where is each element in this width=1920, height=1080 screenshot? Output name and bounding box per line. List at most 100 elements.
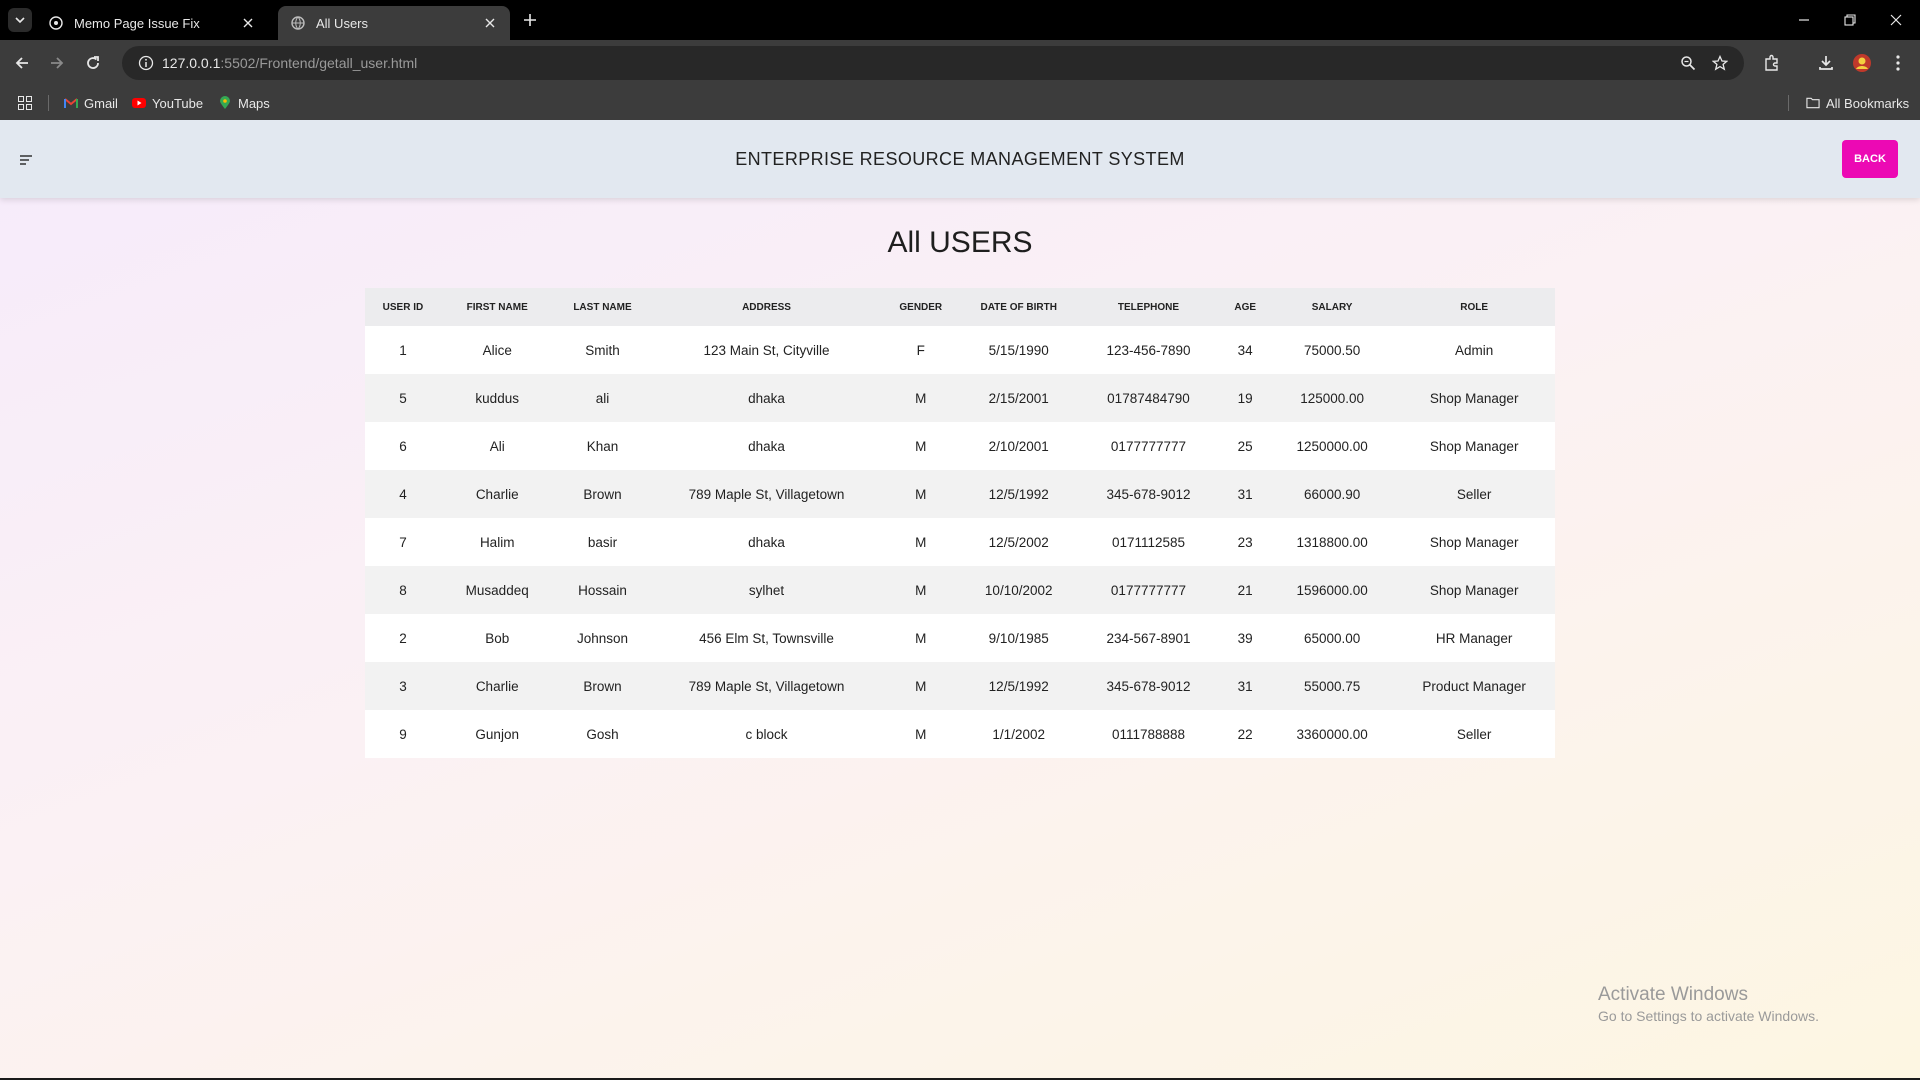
- minimize-icon: [1799, 19, 1809, 21]
- close-icon[interactable]: [482, 15, 498, 31]
- table-cell: 789 Maple St, Villagetown: [651, 662, 882, 710]
- page-title: All USERS: [887, 226, 1033, 259]
- table-cell: 3360000.00: [1270, 710, 1394, 758]
- tab-memo-page[interactable]: Memo Page Issue Fix: [36, 6, 268, 40]
- zoom-button[interactable]: [1674, 46, 1702, 80]
- all-bookmarks-label: All Bookmarks: [1826, 95, 1910, 111]
- close-icon: [1890, 14, 1902, 26]
- url-host: 127.0.0.1: [162, 55, 221, 71]
- table-cell: 1596000.00: [1270, 566, 1394, 614]
- puzzle-icon: [1765, 54, 1778, 71]
- table-cell: 1318800.00: [1270, 518, 1394, 566]
- tab-search-button[interactable]: [8, 8, 32, 32]
- kebab-menu-icon: [1896, 55, 1900, 71]
- address-bar[interactable]: 127.0.0.1:5502/Frontend/getall_user.html: [122, 46, 1744, 80]
- table-cell: 6: [365, 422, 441, 470]
- table-cell: 2/15/2001: [959, 374, 1078, 422]
- bookmark-maps[interactable]: Maps: [218, 93, 270, 113]
- arrow-left-icon: [15, 57, 28, 69]
- table-cell: Admin: [1393, 326, 1555, 374]
- star-icon: [1712, 55, 1728, 71]
- tab-title: Memo Page Issue Fix: [74, 15, 200, 31]
- app-header: ENTERPRISE RESOURCE MANAGEMENT SYSTEM BA…: [0, 120, 1920, 198]
- table-cell: 0177777777: [1077, 566, 1220, 614]
- column-header: GENDER: [881, 288, 960, 326]
- profile-avatar[interactable]: [1850, 51, 1874, 75]
- table-cell: 0177777777: [1077, 422, 1220, 470]
- table-cell: 5/15/1990: [959, 326, 1078, 374]
- window-close-button[interactable]: [1886, 10, 1906, 30]
- tab-all-users[interactable]: All Users: [278, 6, 510, 40]
- bookmark-youtube[interactable]: YouTube: [132, 93, 203, 113]
- table-cell: 2/10/2001: [959, 422, 1078, 470]
- page-content: ENTERPRISE RESOURCE MANAGEMENT SYSTEM BA…: [0, 120, 1920, 1078]
- downloads-button[interactable]: [1814, 51, 1838, 75]
- table-cell: Bob: [440, 614, 554, 662]
- app-title: ENTERPRISE RESOURCE MANAGEMENT SYSTEM: [735, 149, 1185, 169]
- arrow-right-icon: [51, 57, 64, 69]
- table-cell: kuddus: [440, 374, 554, 422]
- table-cell: 10/10/2002: [959, 566, 1078, 614]
- column-header: FIRST NAME: [440, 288, 554, 326]
- table-cell: 125000.00: [1270, 374, 1394, 422]
- table-cell: 19: [1219, 374, 1271, 422]
- new-tab-button[interactable]: [520, 10, 540, 30]
- table-cell: c block: [651, 710, 882, 758]
- table-header-row: USER ID FIRST NAME LAST NAME ADDRESS GENDER D…: [365, 288, 1555, 326]
- back-button[interactable]: BACK: [1842, 140, 1898, 178]
- browser-menu-button[interactable]: [1886, 51, 1910, 75]
- table-cell: 75000.50: [1270, 326, 1394, 374]
- table-cell: 21: [1219, 566, 1271, 614]
- table-cell: Khan: [553, 422, 652, 470]
- restore-button[interactable]: [1840, 10, 1860, 30]
- table-cell: M: [881, 518, 960, 566]
- table-cell: Gunjon: [440, 710, 554, 758]
- table-row: 5 kuddus ali dhaka M 2/15/2001 01787484790 19 12…: [365, 374, 1555, 422]
- zoom-icon: [1681, 56, 1696, 71]
- reload-button[interactable]: [81, 51, 105, 75]
- table-cell: F: [881, 326, 960, 374]
- table-row: 8 Musaddeq Hossain sylhet M 10/10/2002 0177777…: [365, 566, 1555, 614]
- table-cell: 39: [1219, 614, 1271, 662]
- bookmark-star-button[interactable]: [1706, 46, 1734, 80]
- close-icon[interactable]: [240, 15, 256, 31]
- table-cell: basir: [553, 518, 652, 566]
- column-header: USER ID: [365, 288, 441, 326]
- table-cell: dhaka: [651, 518, 882, 566]
- table-cell: M: [881, 566, 960, 614]
- watermark-title: Activate Windows: [1598, 984, 1748, 1005]
- table-cell: 7: [365, 518, 441, 566]
- table-cell: 4: [365, 470, 441, 518]
- table-cell: 3: [365, 662, 441, 710]
- table-row: 2 Bob Johnson 456 Elm St, Townsville M 9/10/1…: [365, 614, 1555, 662]
- back-nav-button[interactable]: [10, 51, 34, 75]
- all-bookmarks-button[interactable]: All Bookmarks: [1806, 93, 1909, 113]
- column-header: SALARY: [1270, 288, 1394, 326]
- table-cell: M: [881, 470, 960, 518]
- restore-icon: [1844, 14, 1856, 26]
- table-cell: 12/5/1992: [959, 662, 1078, 710]
- table-row: 9 Gunjon Gosh c block M 1/1/2002 0111788888 22 3…: [365, 710, 1555, 758]
- bookmark-label: Maps: [238, 95, 270, 111]
- table-cell: Hossain: [553, 566, 652, 614]
- forward-nav-button[interactable]: [45, 51, 69, 75]
- bookmark-label: YouTube: [152, 95, 204, 111]
- table-cell: Charlie: [440, 470, 554, 518]
- download-icon: [1819, 56, 1833, 70]
- table-cell: M: [881, 422, 960, 470]
- extensions-button[interactable]: [1760, 51, 1784, 75]
- table-cell: 1: [365, 326, 441, 374]
- minimize-button[interactable]: [1794, 10, 1814, 30]
- table-cell: Musaddeq: [440, 566, 554, 614]
- site-info-icon[interactable]: [130, 55, 162, 71]
- table-cell: 1/1/2002: [959, 710, 1078, 758]
- table-cell: 23: [1219, 518, 1271, 566]
- bookmarks-bar: Gmail YouTube Maps All Bookmarks: [0, 86, 1920, 120]
- table-cell: 345-678-9012: [1077, 662, 1220, 710]
- bookmark-gmail[interactable]: Gmail: [64, 93, 118, 113]
- gmail-icon: [64, 96, 78, 110]
- table-cell: Johnson: [553, 614, 652, 662]
- globe-icon: [48, 15, 64, 31]
- table-cell: 25: [1219, 422, 1271, 470]
- apps-button[interactable]: [18, 93, 32, 113]
